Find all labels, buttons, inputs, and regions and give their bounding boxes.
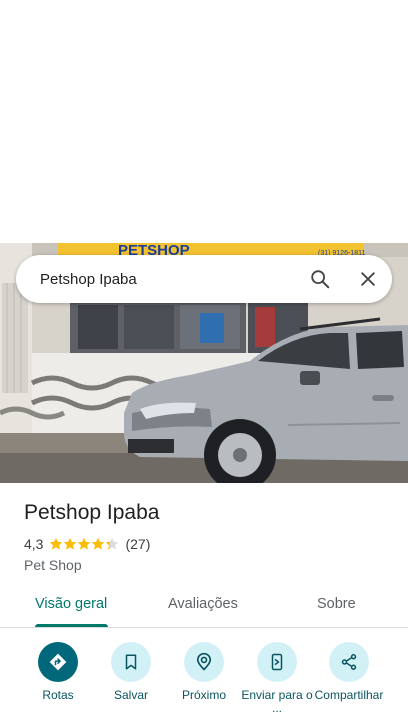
save-label: Salvar [113,688,148,702]
nearby-label: Próximo [181,688,226,702]
place-title: Petshop Ipaba [24,501,160,524]
rating-value: 4,3 [24,536,44,552]
tab-reviews[interactable]: Avaliações [168,596,238,612]
share-label: Compartilhar [314,688,384,702]
close-icon[interactable] [344,255,392,303]
share-icon [329,642,369,682]
save-button[interactable]: Salvar [94,642,168,702]
search-bar[interactable]: Petshop Ipaba [16,255,392,303]
star-icon [64,537,77,550]
tab-about[interactable]: Sobre [317,596,356,612]
place-page: PETSHOP (31) 9126-1811 Petshop Ipaba Pet… [0,0,408,726]
star-icon [78,537,91,550]
search-input[interactable]: Petshop Ipaba [16,271,296,288]
tab-indicator [35,624,108,627]
rating-stars [49,537,119,551]
star-icon [50,537,63,550]
star-icon [106,537,119,550]
nearby-icon [184,642,224,682]
send-to-phone-button[interactable]: Enviar para o ... [240,642,314,715]
nearby-button[interactable]: Próximo [167,642,241,702]
tab-bar: Visão geral Avaliações Sobre [0,584,408,628]
star-icon [92,537,105,550]
search-icon[interactable] [296,255,344,303]
directions-label: Rotas [42,688,74,702]
directions-icon [38,642,78,682]
place-category[interactable]: Pet Shop [24,557,82,573]
directions-button[interactable]: Rotas [21,642,95,702]
review-count[interactable]: (27) [125,536,150,552]
tab-overview[interactable]: Visão geral [35,596,107,612]
send-to-phone-label: Enviar para o ... [241,688,313,715]
bookmark-icon [111,642,151,682]
share-button[interactable]: Compartilhar [312,642,386,702]
rating-row[interactable]: 4,3 (27) [24,536,150,552]
send-to-phone-icon [257,642,297,682]
